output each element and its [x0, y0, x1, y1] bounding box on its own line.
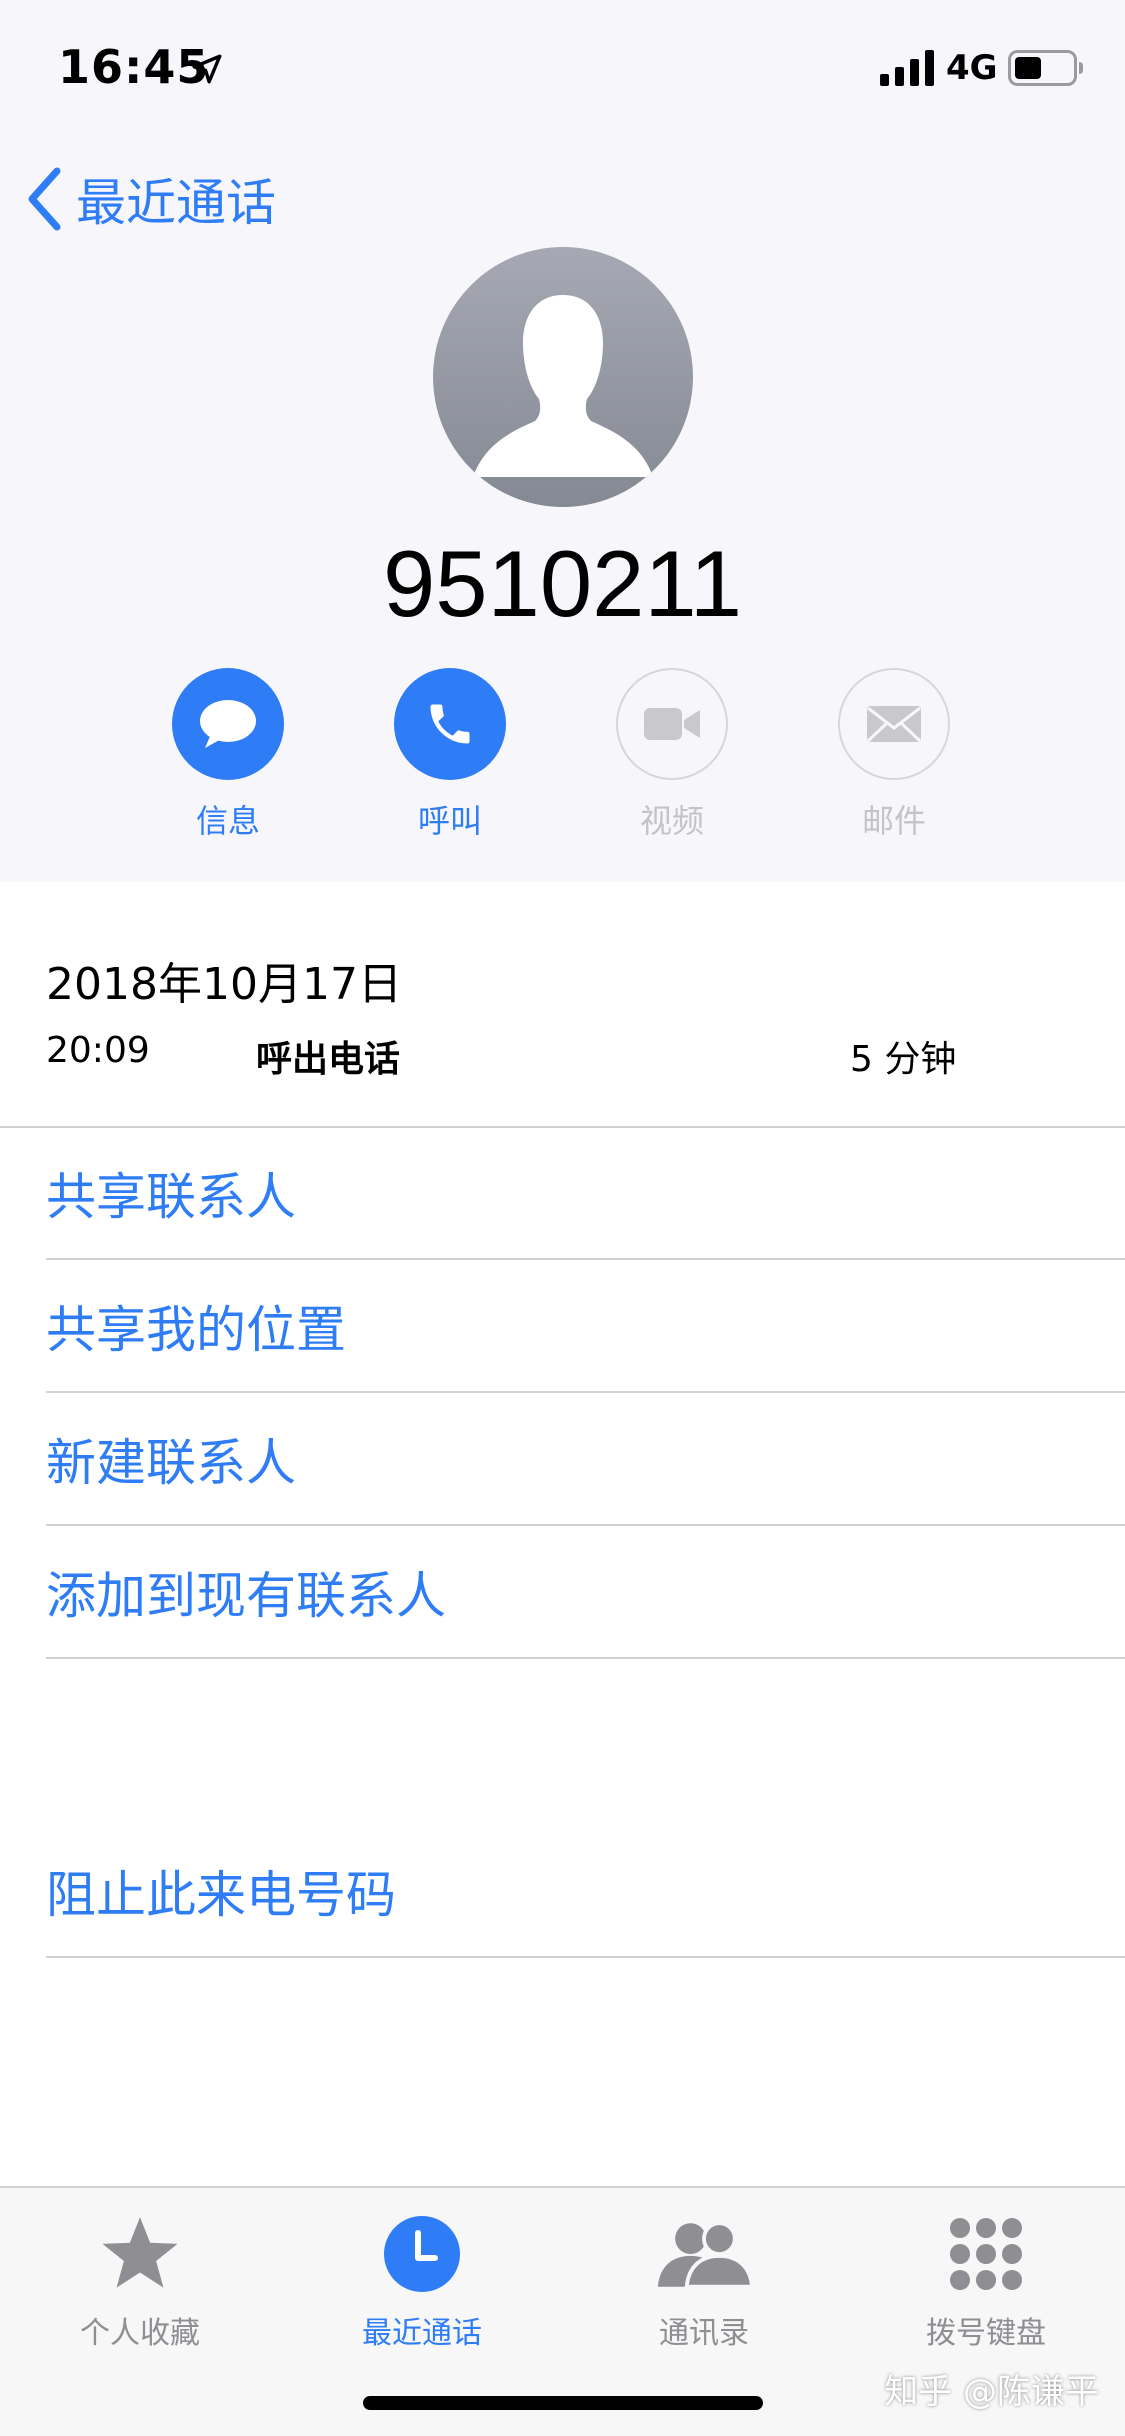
- video-camera-icon: [644, 708, 700, 740]
- keypad-icon: [936, 2204, 1036, 2304]
- tab-keypad[interactable]: 拨号键盘: [866, 2204, 1106, 2352]
- block-caller-option[interactable]: 阻止此来电号码: [46, 1826, 1125, 1958]
- add-to-existing-contact-label: 添加到现有联系人: [46, 1567, 446, 1625]
- call-log-date: 2018年10月17日: [46, 959, 402, 1010]
- back-button[interactable]: 最近通话: [24, 162, 276, 236]
- tab-recents-label: 最近通话: [362, 2316, 482, 2351]
- call-time: 20:09: [46, 1030, 150, 1071]
- share-location-label: 共享我的位置: [46, 1301, 346, 1359]
- envelope-icon: [866, 706, 922, 743]
- watermark: 知乎 @陈谦平: [884, 2372, 1099, 2412]
- tab-contacts[interactable]: 通讯录: [584, 2204, 824, 2352]
- block-caller-label: 阻止此来电号码: [46, 1866, 396, 1924]
- tab-keypad-label: 拨号键盘: [926, 2316, 1046, 2351]
- message-action-label: 信息: [195, 802, 260, 840]
- clock-icon: [372, 2204, 472, 2304]
- home-indicator: [363, 2396, 763, 2410]
- status-time: 16:45: [58, 40, 210, 94]
- tab-favorites-label: 个人收藏: [80, 2316, 200, 2351]
- contacts-icon: [654, 2204, 754, 2304]
- tab-recents[interactable]: 最近通话: [302, 2204, 542, 2352]
- tab-contacts-label: 通讯录: [659, 2316, 749, 2351]
- add-to-existing-contact-option[interactable]: 添加到现有联系人: [46, 1527, 1125, 1659]
- location-arrow-icon: [192, 54, 222, 84]
- call-action-circle: [394, 668, 506, 780]
- share-contact-label: 共享联系人: [46, 1168, 296, 1226]
- contact-avatar: [433, 247, 693, 507]
- video-action-label: 视频: [639, 802, 704, 840]
- new-contact-label: 新建联系人: [46, 1434, 296, 1492]
- chevron-left-icon: [28, 167, 61, 231]
- call-action-label: 呼叫: [417, 802, 482, 840]
- message-bubble-icon: [200, 700, 256, 748]
- message-action-circle: [172, 668, 284, 780]
- tab-favorites[interactable]: 个人收藏: [20, 2204, 260, 2352]
- call-type: 呼出电话: [256, 1039, 401, 1080]
- share-contact-option[interactable]: 共享联系人: [46, 1128, 1125, 1260]
- phone-number: 9510211: [383, 531, 742, 636]
- call-action-button[interactable]: 呼叫: [370, 668, 530, 842]
- video-action-button[interactable]: 视频: [592, 668, 752, 842]
- new-contact-option[interactable]: 新建联系人: [46, 1394, 1125, 1526]
- mail-action-label: 邮件: [861, 802, 926, 840]
- back-label: 最近通话: [76, 174, 276, 232]
- person-silhouette-icon: [473, 295, 653, 477]
- call-duration: 5 分钟: [850, 1039, 957, 1080]
- signal-bars-icon: [880, 50, 934, 86]
- call-log-entry: 20:09 呼出电话 5 分钟: [46, 1030, 1076, 1080]
- phone-icon: [430, 704, 470, 744]
- network-type: 4G: [946, 48, 998, 88]
- battery-icon: [1008, 50, 1083, 86]
- video-action-circle: [616, 668, 728, 780]
- share-location-option[interactable]: 共享我的位置: [46, 1261, 1125, 1393]
- mail-action-button[interactable]: 邮件: [814, 668, 974, 842]
- mail-action-circle: [838, 668, 950, 780]
- star-icon: [90, 2204, 190, 2304]
- message-action-button[interactable]: 信息: [148, 668, 308, 842]
